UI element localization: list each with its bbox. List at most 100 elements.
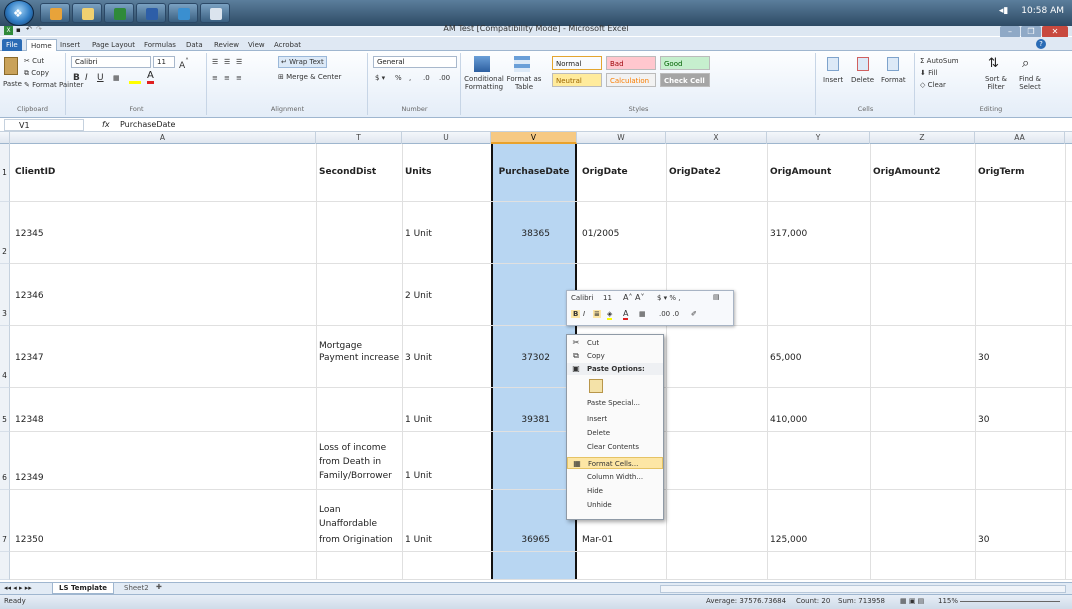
mini-italic-button[interactable]: I: [583, 310, 585, 318]
wrap-text-button[interactable]: ↵ Wrap Text: [278, 56, 327, 68]
save-icon[interactable]: ▪: [16, 26, 21, 34]
header-cell[interactable]: SecondDist: [316, 166, 379, 178]
orig-amount-cell[interactable]: 317,000: [767, 228, 810, 240]
column-header-y[interactable]: Y: [767, 132, 870, 144]
tab-home[interactable]: Home: [26, 39, 57, 51]
italic-button[interactable]: I: [85, 73, 88, 83]
column-header-t[interactable]: T: [316, 132, 402, 144]
taskbar-window-icon[interactable]: [200, 3, 230, 23]
mini-eraser-icon[interactable]: ✐: [691, 310, 697, 318]
client-id-cell[interactable]: 12348: [12, 414, 47, 426]
percent-button[interactable]: %: [395, 73, 402, 83]
menu-item-clear-contents[interactable]: Clear Contents: [567, 441, 663, 453]
header-cell[interactable]: OrigDate: [579, 166, 631, 178]
autosum-button[interactable]: Σ AutoSum: [920, 56, 959, 66]
units-cell[interactable]: 3 Unit: [402, 352, 435, 364]
units-cell[interactable]: 1 Unit: [402, 534, 435, 546]
second-dist-line[interactable]: Unaffordable: [316, 518, 380, 530]
client-id-cell[interactable]: 12349: [12, 472, 47, 484]
paste-button[interactable]: Paste: [3, 79, 22, 89]
font-name-select[interactable]: Calibri: [71, 56, 151, 68]
header-cell[interactable]: Units: [402, 166, 434, 178]
client-id-cell[interactable]: 12350: [12, 534, 47, 546]
tab-page-layout[interactable]: Page Layout: [88, 39, 139, 51]
tab-review[interactable]: Review: [210, 39, 243, 51]
row-header[interactable]: 5: [0, 388, 10, 432]
orig-term-cell[interactable]: 30: [975, 352, 992, 364]
copy-button[interactable]: ⧉ Copy: [24, 68, 49, 78]
find-select-button[interactable]: Find & Select: [1014, 75, 1046, 91]
units-cell[interactable]: 2 Unit: [402, 290, 435, 302]
menu-item-hide[interactable]: Hide: [567, 485, 663, 497]
header-cell[interactable]: ClientID: [12, 166, 58, 178]
units-cell[interactable]: 1 Unit: [402, 414, 435, 426]
fx-button[interactable]: fx: [102, 119, 110, 131]
formula-input[interactable]: PurchaseDate: [116, 119, 1066, 131]
mini-size-select[interactable]: 11: [603, 294, 612, 302]
row-header[interactable]: 4: [0, 326, 10, 388]
format-table-icon[interactable]: [514, 56, 530, 72]
taskbar-explorer-icon[interactable]: [72, 3, 102, 23]
conditional-formatting-button[interactable]: Conditional Formatting: [464, 75, 504, 91]
second-dist-line[interactable]: Loss of income: [316, 442, 389, 454]
tab-file[interactable]: File: [2, 39, 22, 51]
format-button[interactable]: Format: [881, 75, 906, 85]
mini-align-center-icon[interactable]: ≣: [593, 310, 601, 318]
row-header[interactable]: 1: [0, 144, 10, 202]
delete-cells-icon[interactable]: [857, 57, 869, 71]
style-check-cell[interactable]: Check Cell: [660, 73, 710, 87]
units-cell[interactable]: 1 Unit: [402, 470, 435, 482]
header-cell[interactable]: OrigAmount2: [870, 166, 944, 178]
format-as-table-button[interactable]: Format as Table: [506, 75, 542, 91]
row-header[interactable]: [0, 552, 10, 580]
second-dist-line[interactable]: Loan: [316, 504, 344, 516]
zoom-slider[interactable]: [960, 601, 1060, 602]
taskbar-excel-icon[interactable]: [104, 3, 134, 23]
taskbar-ie-icon[interactable]: [40, 3, 70, 23]
mini-borders-icon[interactable]: ▦: [639, 310, 646, 318]
insert-cells-icon[interactable]: [827, 57, 839, 71]
menu-item-cut[interactable]: ✂ Cut: [567, 337, 663, 349]
style-bad[interactable]: Bad: [606, 56, 656, 70]
undo-icon[interactable]: ↶: [26, 25, 32, 33]
menu-item-format-cells[interactable]: ▦ Format Cells...: [567, 457, 663, 469]
menu-item-insert[interactable]: Insert: [567, 413, 663, 425]
column-header-a[interactable]: A: [10, 132, 316, 144]
insert-button[interactable]: Insert: [823, 75, 843, 85]
second-dist-line[interactable]: Payment increase: [316, 352, 402, 364]
column-header-z[interactable]: Z: [870, 132, 975, 144]
second-dist-line[interactable]: from Origination: [316, 534, 396, 546]
tab-acrobat[interactable]: Acrobat: [270, 39, 305, 51]
grow-font-button[interactable]: A˄: [179, 57, 189, 71]
clear-button[interactable]: ◇ Clear: [920, 80, 946, 90]
name-box[interactable]: V1: [4, 119, 84, 131]
align-middle-icon[interactable]: ☰: [224, 57, 230, 67]
purchase-date-cell[interactable]: 38365: [493, 228, 553, 240]
sort-filter-button[interactable]: Sort & Filter: [980, 75, 1012, 91]
style-good[interactable]: Good: [660, 56, 710, 70]
comma-button[interactable]: ,: [409, 73, 411, 83]
delete-button[interactable]: Delete: [851, 75, 874, 85]
menu-item-column-width[interactable]: Column Width...: [567, 471, 663, 483]
header-cell[interactable]: OrigAmount: [767, 166, 834, 178]
row-header[interactable]: 6: [0, 432, 10, 490]
orig-amount-cell[interactable]: 65,000: [767, 352, 805, 364]
sheet-tab-sheet2[interactable]: Sheet2: [118, 583, 155, 594]
number-format-select[interactable]: General: [373, 56, 457, 68]
orig-amount-cell[interactable]: 125,000: [767, 534, 810, 546]
underline-button[interactable]: U: [97, 73, 104, 83]
find-select-icon[interactable]: ⌕: [1022, 56, 1029, 71]
column-header-v[interactable]: V: [491, 132, 577, 144]
font-size-select[interactable]: 11: [153, 56, 175, 68]
align-left-icon[interactable]: ≡: [212, 73, 218, 83]
mini-currency-button[interactable]: $ ▾ % ,: [657, 294, 681, 302]
mini-grow-font-button[interactable]: A˄ A˅: [623, 293, 645, 302]
borders-icon[interactable]: ▦: [113, 73, 120, 83]
clock[interactable]: 10:58 AM: [1021, 6, 1064, 16]
align-bottom-icon[interactable]: ☰: [236, 57, 242, 67]
redo-icon[interactable]: ↷: [36, 25, 42, 33]
taskbar-word-icon[interactable]: [136, 3, 166, 23]
second-dist-line[interactable]: Family/Borrower: [316, 470, 395, 482]
column-header-u[interactable]: U: [402, 132, 491, 144]
start-button[interactable]: ❖: [4, 0, 34, 26]
